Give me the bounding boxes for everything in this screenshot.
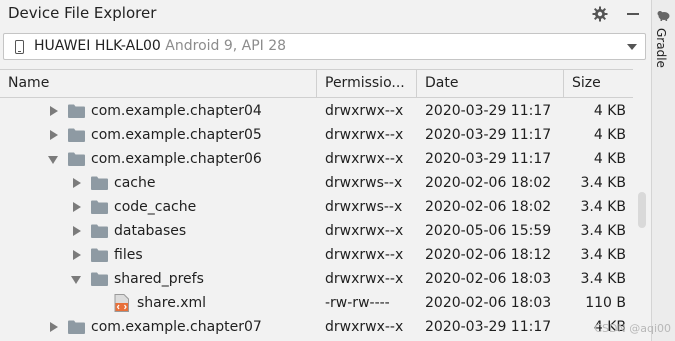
table-row[interactable]: com.example.chapter05 drwxrwx--x 2020-03-2… [0,123,633,147]
side-tool-strip: Gradle [651,0,675,341]
xml-file-icon [114,294,129,312]
folder-icon [91,272,108,286]
file-size: 3.4 KB [580,175,627,191]
chevron-down-icon[interactable] [71,276,81,284]
table-row[interactable]: shared_prefs drwxrwx--x 2020-02-06 18:03 3.… [0,267,633,291]
gear-icon [592,6,608,22]
table-row[interactable]: databases drwxrwx--x 2020-05-06 15:59 3.4 K… [0,219,633,243]
gradle-tool-tab[interactable]: Gradle [654,28,668,68]
device-name: HUAWEI HLK-AL00 [34,38,161,54]
file-size: 3.4 KB [580,247,627,263]
file-name: com.example.chapter04 [91,103,262,119]
file-size: 4 KB [593,151,626,167]
chevron-right-icon[interactable] [50,106,58,116]
file-permissions: drwxrws--x [325,175,403,191]
file-date: 2020-03-29 11:17 [425,151,552,167]
hide-panel-button[interactable] [624,5,642,23]
file-date: 2020-02-06 18:02 [425,175,552,191]
table-row[interactable]: com.example.chapter07 drwxrwx--x 2020-03-2… [0,315,633,339]
file-permissions: drwxrwx--x [325,319,404,335]
file-size: 3.4 KB [580,199,627,215]
file-date: 2020-02-06 18:03 [425,271,552,287]
folder-icon [91,176,108,190]
elephant-icon [657,11,670,21]
folder-icon [68,128,85,142]
file-name: com.example.chapter06 [91,151,262,167]
file-date: 2020-02-06 18:12 [425,247,552,263]
file-name: shared_prefs [114,271,204,287]
file-date: 2020-03-29 11:17 [425,103,552,119]
folder-icon [91,248,108,262]
file-name: cache [114,175,156,191]
watermark-text: CSDN @aqi00 [594,322,671,335]
scrollbar-thumb[interactable] [638,192,646,228]
tool-window-header: Device File Explorer [0,0,651,28]
file-date: 2020-03-29 11:17 [425,319,552,335]
table-header: Name Permissio... Date Size [0,69,633,98]
phone-icon [15,40,24,54]
chevron-right-icon[interactable] [73,226,81,236]
file-name: databases [114,223,187,239]
tool-window-title: Device File Explorer [8,4,157,22]
file-permissions: drwxrwx--x [325,127,404,143]
device-selector-dropdown[interactable]: HUAWEI HLK-AL00 Android 9, API 28 [3,33,646,60]
file-date: 2020-03-29 11:17 [425,127,552,143]
folder-icon [68,320,85,334]
table-row[interactable]: com.example.chapter06 drwxrwx--x 2020-03-2… [0,147,633,171]
table-row[interactable]: com.example.chapter04 drwxrwx--x 2020-03-2… [0,99,633,123]
table-row[interactable]: code_cache drwxrws--x 2020-02-06 18:02 3.4 … [0,195,633,219]
file-date: 2020-02-06 18:02 [425,199,552,215]
column-header-size[interactable]: Size [563,70,633,97]
file-size: 3.4 KB [580,223,627,239]
column-header-permissions[interactable]: Permissio... [316,70,416,97]
file-name: com.example.chapter05 [91,127,262,143]
settings-gear-button[interactable] [591,5,609,23]
device-api-level: Android 9, API 28 [165,38,287,54]
file-permissions: -rw-rw---- [325,295,390,311]
folder-icon [91,224,108,238]
chevron-down-icon [627,44,637,50]
table-row[interactable]: share.xml -rw-rw---- 2020-02-06 18:03 110 B [0,291,633,315]
column-header-name[interactable]: Name [0,70,316,97]
folder-icon [68,152,85,166]
column-header-date[interactable]: Date [416,70,563,97]
table-row[interactable]: cache drwxrws--x 2020-02-06 18:02 3.4 KB [0,171,633,195]
folder-icon [68,104,85,118]
file-date: 2020-02-06 18:03 [425,295,552,311]
file-permissions: drwxrwx--x [325,151,404,167]
file-size: 110 B [585,295,626,311]
file-date: 2020-05-06 15:59 [425,223,552,239]
device-file-explorer-panel: Device File Explorer HUAWEI HLK-AL00 And… [0,0,651,341]
file-permissions: drwxrwx--x [325,223,404,239]
file-permissions: drwxrwx--x [325,103,404,119]
minimize-icon [627,13,639,15]
file-size: 3.4 KB [580,271,627,287]
file-permissions: drwxrwx--x [325,271,404,287]
table-row[interactable]: files drwxrwx--x 2020-02-06 18:12 3.4 KB [0,243,633,267]
chevron-right-icon[interactable] [50,130,58,140]
file-name: share.xml [137,295,207,311]
file-size: 4 KB [593,127,626,143]
chevron-right-icon[interactable] [73,202,81,212]
file-tree-table: com.example.chapter04 drwxrwx--x 2020-03-2… [0,98,633,341]
file-name: code_cache [114,199,197,215]
chevron-right-icon[interactable] [50,322,58,332]
chevron-right-icon[interactable] [73,178,81,188]
file-name: com.example.chapter07 [91,319,262,335]
file-name: files [114,247,143,263]
chevron-down-icon[interactable] [48,156,58,164]
file-permissions: drwxrws--x [325,199,403,215]
chevron-right-icon[interactable] [73,250,81,260]
file-permissions: drwxrwx--x [325,247,404,263]
folder-icon [91,200,108,214]
vertical-scrollbar[interactable] [633,98,651,341]
file-size: 4 KB [593,103,626,119]
